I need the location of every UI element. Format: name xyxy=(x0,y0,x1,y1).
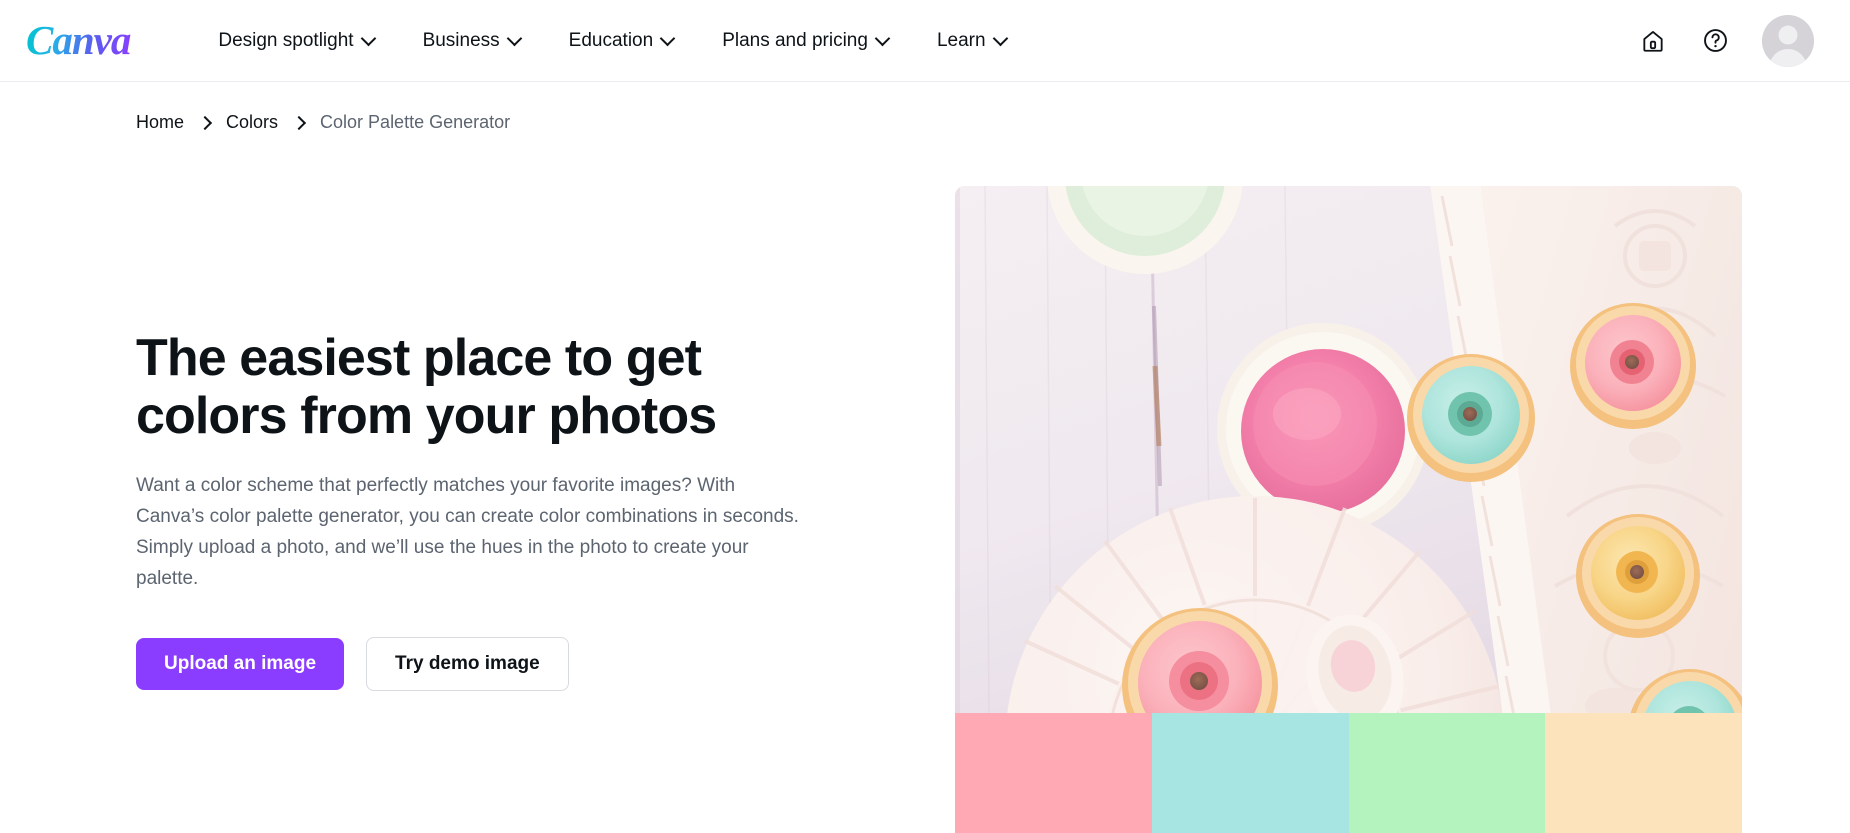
breadcrumb-item-home[interactable]: Home xyxy=(136,112,184,133)
chevron-down-icon xyxy=(662,33,674,45)
cta-button-row: Upload an image Try demo image xyxy=(136,636,955,691)
breadcrumb-item-current: Color Palette Generator xyxy=(320,112,511,132)
nav-item-education[interactable]: Education xyxy=(545,20,699,62)
swatch-teal[interactable] xyxy=(1151,713,1349,833)
hero-text-column: The easiest place to get colors from you… xyxy=(0,133,955,824)
chevron-down-icon xyxy=(509,33,521,45)
nav-label: Business xyxy=(422,29,500,51)
upload-image-button[interactable]: Upload an image xyxy=(136,637,345,690)
hero-media-panel xyxy=(955,186,1742,833)
canva-logo[interactable]: Canva xyxy=(26,20,136,61)
user-avatar[interactable] xyxy=(1762,14,1814,67)
breadcrumb-item-colors[interactable]: Colors xyxy=(226,112,278,133)
avatar-silhouette-icon xyxy=(1762,14,1814,67)
nav-item-plans-and-pricing[interactable]: Plans and pricing xyxy=(698,20,913,62)
site-header: Canva Design spotlight Business Educatio… xyxy=(0,0,1850,82)
main-navigation: Design spotlight Business Education Plan… xyxy=(194,20,1030,62)
try-demo-image-button[interactable]: Try demo image xyxy=(366,636,569,691)
swatch-pink[interactable] xyxy=(955,713,1152,833)
chevron-right-icon xyxy=(200,118,210,128)
hero-photo xyxy=(955,186,1742,713)
home-button[interactable] xyxy=(1638,26,1668,56)
hero-description: Want a color scheme that perfectly match… xyxy=(136,475,799,589)
nav-label: Design spotlight xyxy=(218,29,354,51)
home-icon xyxy=(1643,30,1663,52)
header-actions xyxy=(1638,14,1822,67)
chevron-down-icon xyxy=(363,33,375,45)
color-palette-swatches xyxy=(955,713,1742,833)
nav-item-learn[interactable]: Learn xyxy=(913,20,1031,62)
nav-item-business[interactable]: Business xyxy=(399,20,545,62)
nav-label: Learn xyxy=(936,29,986,51)
chevron-right-icon xyxy=(294,118,304,128)
chevron-down-icon xyxy=(877,33,889,45)
swatch-peach[interactable] xyxy=(1545,713,1742,833)
chevron-down-icon xyxy=(995,33,1007,45)
swatch-mint-green[interactable] xyxy=(1348,713,1546,833)
help-circle-icon xyxy=(1703,29,1727,52)
nav-label: Education xyxy=(568,29,654,51)
breadcrumb: Home Colors Color Palette Generator xyxy=(0,82,1850,133)
nav-item-design-spotlight[interactable]: Design spotlight xyxy=(194,20,398,62)
help-button[interactable] xyxy=(1700,26,1730,56)
main-content: The easiest place to get colors from you… xyxy=(0,133,1850,833)
donuts-photo-illustration xyxy=(955,186,1742,713)
page-title: The easiest place to get colors from you… xyxy=(136,329,717,446)
nav-label: Plans and pricing xyxy=(722,29,868,51)
